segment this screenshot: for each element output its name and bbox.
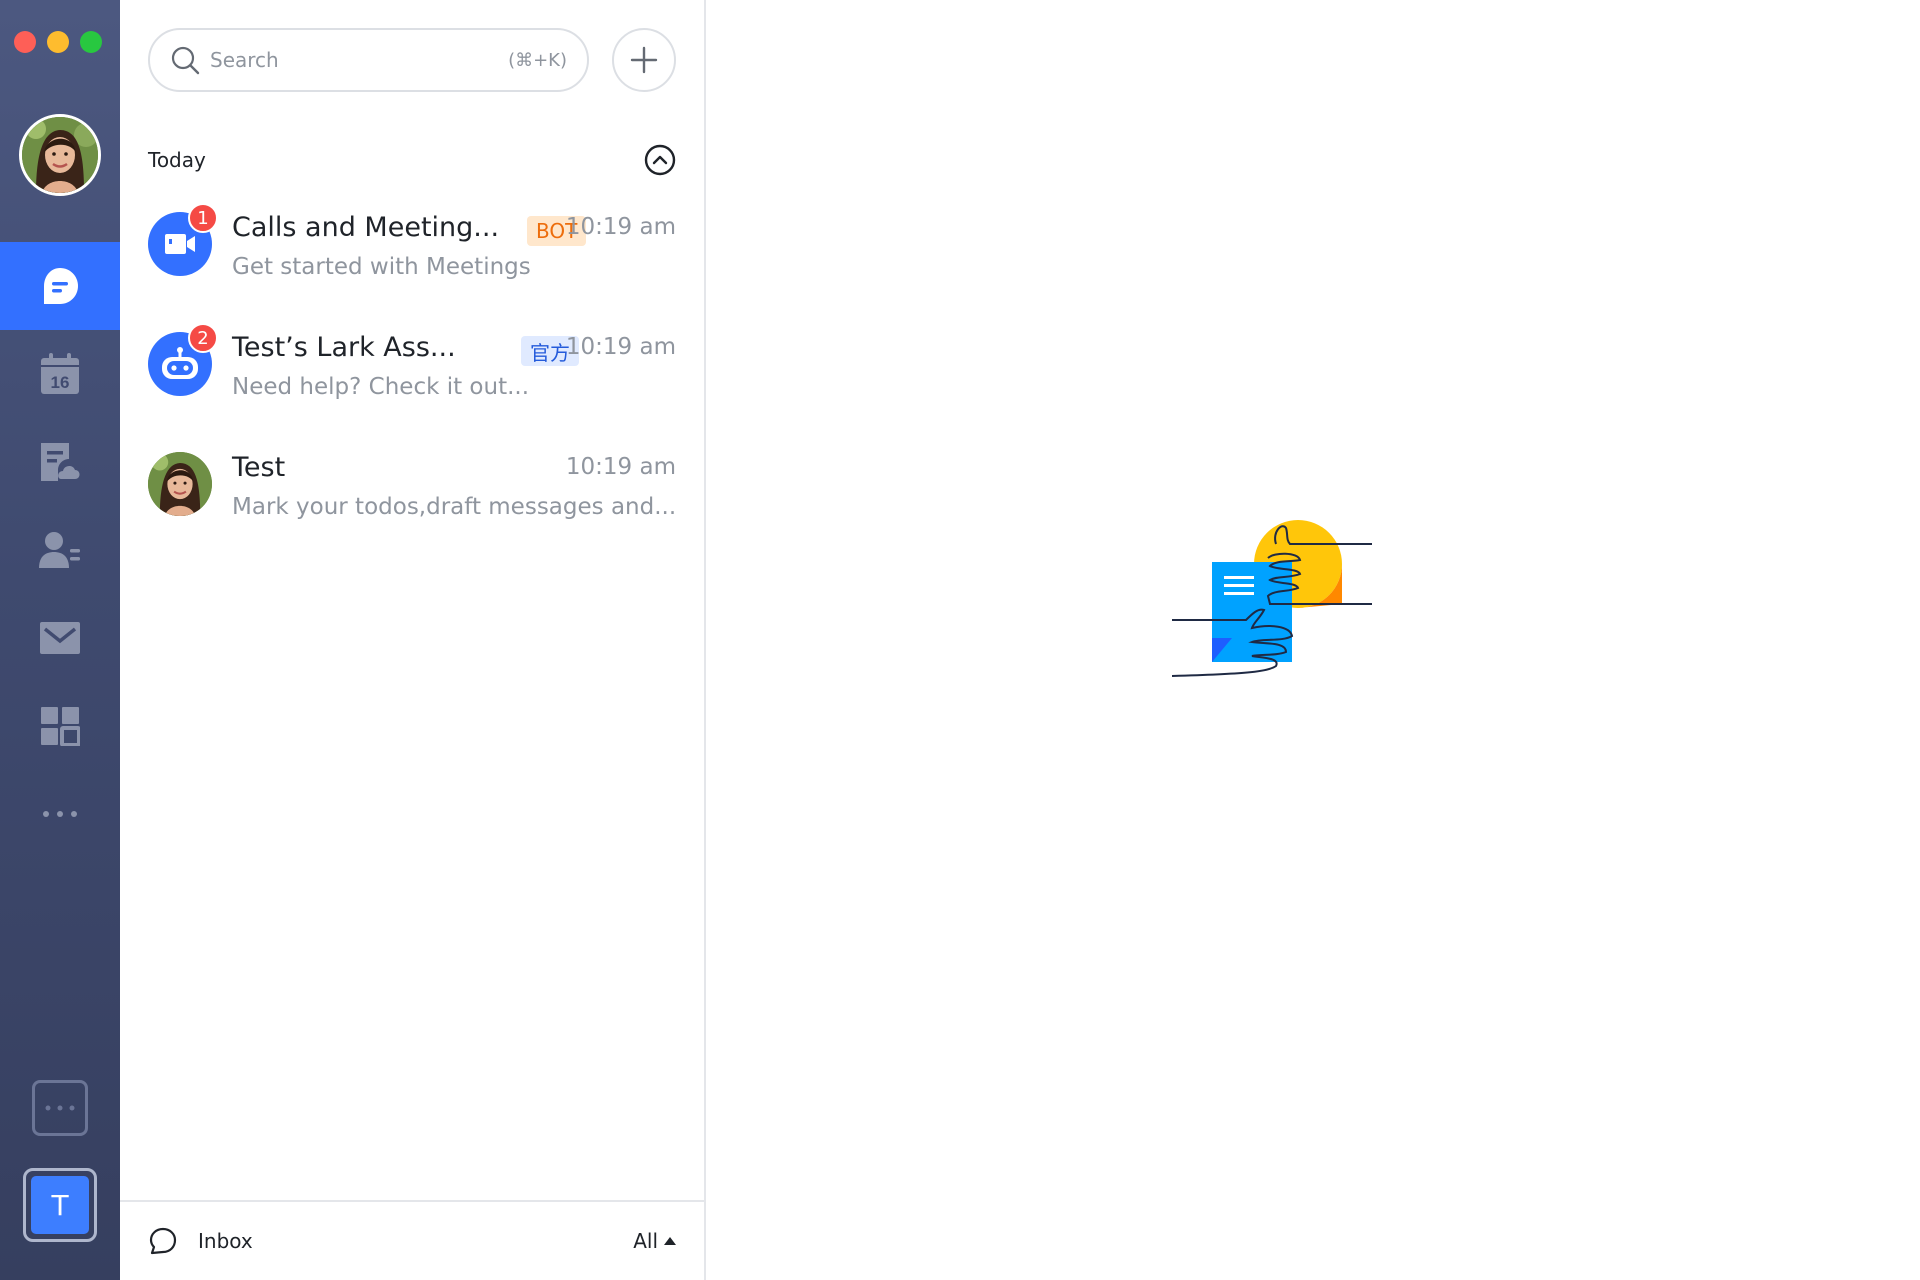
collapse-chevron-up-icon[interactable] xyxy=(644,144,676,176)
chat-time: 10:19 am xyxy=(565,334,676,360)
search-icon xyxy=(171,46,200,75)
window-close-button[interactable] xyxy=(14,31,36,53)
triangle-up-icon xyxy=(664,1237,676,1245)
docs-icon xyxy=(41,443,80,481)
nav-item-contacts[interactable] xyxy=(0,506,120,594)
more-icon xyxy=(43,811,77,817)
window-minimize-button[interactable] xyxy=(47,31,69,53)
chat-preview: Mark your todos,draft messages and... xyxy=(232,494,677,520)
my-profile-avatar[interactable] xyxy=(19,114,101,196)
speech-bubble-icon xyxy=(149,1227,177,1255)
inbox-footer: Inbox All xyxy=(120,1200,704,1280)
chat-preview: Get started with Meetings xyxy=(232,254,531,280)
video-camera-icon xyxy=(165,234,195,254)
section-title: Today xyxy=(148,148,206,172)
inbox-label[interactable]: Inbox xyxy=(198,1229,633,1253)
nav-item-workplace[interactable] xyxy=(0,682,120,770)
unread-badge: 2 xyxy=(188,323,218,353)
chat-item-lark-assistant[interactable]: 2 Test’s Lark Ass... 官方 10:19 am Need he… xyxy=(148,323,676,424)
chat-name: Test’s Lark Ass... xyxy=(232,332,456,363)
chat-preview: Need help? Check it out... xyxy=(232,374,530,400)
unread-badge: 1 xyxy=(188,203,218,233)
user-photo xyxy=(148,452,212,516)
ellipsis-icon xyxy=(45,1105,75,1111)
create-button[interactable] xyxy=(612,28,676,92)
robot-icon xyxy=(162,347,198,379)
search-input[interactable]: Search (⌘+K) xyxy=(148,28,589,92)
nav-item-docs[interactable] xyxy=(0,418,120,506)
chat-item-test[interactable]: Test 10:19 am Mark your todos,draft mess… xyxy=(148,444,676,544)
window-maximize-button[interactable] xyxy=(80,31,102,53)
empty-state-illustration xyxy=(1172,520,1372,677)
filter-value: All xyxy=(633,1229,658,1253)
nav-item-messenger[interactable] xyxy=(0,242,120,330)
chat-item-calls-and-meetings[interactable]: 1 Calls and Meeting... BOT 10:19 am Get … xyxy=(148,203,676,304)
chat-time: 10:19 am xyxy=(565,454,676,480)
user-avatar xyxy=(148,452,212,516)
calendar-icon: 16 xyxy=(41,353,79,394)
nav-item-mail[interactable] xyxy=(0,594,120,682)
plus-icon xyxy=(630,46,658,74)
calendar-date: 16 xyxy=(51,373,70,392)
nav-item-more[interactable] xyxy=(0,770,120,858)
nav-rail: 16 T xyxy=(0,0,120,1280)
window-controls xyxy=(14,31,102,53)
contacts-icon xyxy=(39,532,80,568)
tenant-initial: T xyxy=(31,1176,89,1234)
chat-time: 10:19 am xyxy=(565,214,676,240)
chat-name: Calls and Meeting... xyxy=(232,212,500,243)
chat-name: Test xyxy=(232,452,286,483)
chat-icon xyxy=(44,268,78,304)
tenant-switcher[interactable]: T xyxy=(23,1168,97,1242)
search-placeholder: Search xyxy=(210,48,279,72)
nav-item-calendar[interactable]: 16 xyxy=(0,330,120,418)
filter-dropdown[interactable]: All xyxy=(633,1229,676,1253)
chat-list-panel: Search (⌘+K) Today 1 Calls and Meeting..… xyxy=(120,0,706,1280)
workplace-icon xyxy=(41,707,80,746)
search-shortcut: (⌘+K) xyxy=(508,49,567,71)
main-content-empty xyxy=(706,0,1920,1280)
mail-icon xyxy=(40,622,80,654)
section-header-today: Today xyxy=(148,140,676,180)
profile-photo xyxy=(22,117,98,193)
more-apps-button[interactable] xyxy=(32,1080,88,1136)
